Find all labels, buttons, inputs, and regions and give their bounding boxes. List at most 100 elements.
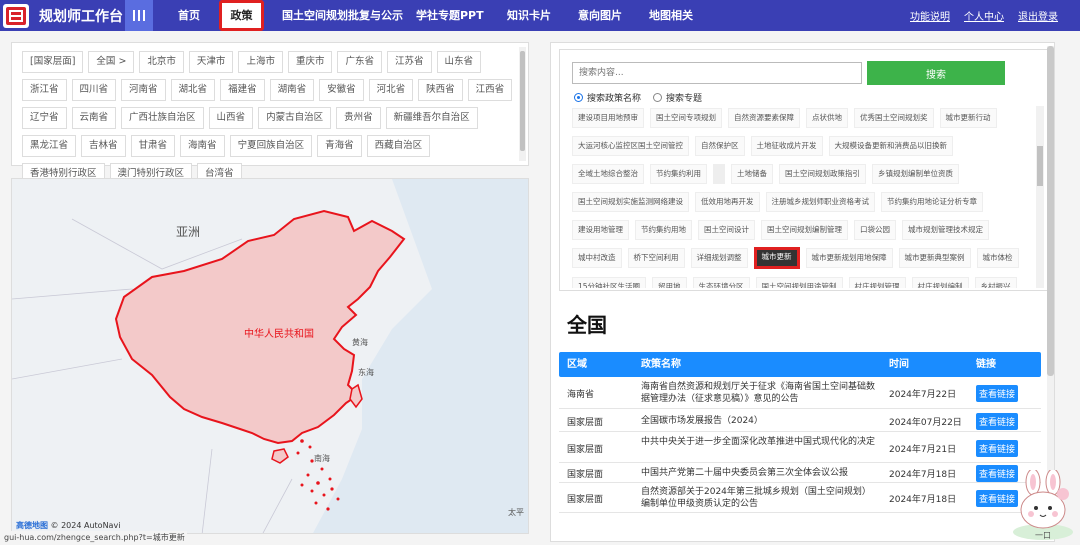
page-scrollbar[interactable] [1047, 46, 1054, 536]
keyword-tag-active[interactable]: 城市更新 [753, 247, 800, 269]
region-tag[interactable]: 天津市 [188, 51, 234, 73]
region-tag[interactable]: [国家层面] [22, 51, 84, 73]
region-tag[interactable]: 海南省 [180, 135, 225, 157]
keyword-tag[interactable]: 自然资源要素保障 [728, 108, 800, 128]
logout-link[interactable]: 退出登录 [1018, 8, 1058, 23]
keyword-tag[interactable]: 城中村改造 [572, 248, 622, 268]
region-tag[interactable]: 西藏自治区 [366, 135, 431, 157]
nav-ppt[interactable]: 学社专题PPT [416, 0, 484, 31]
keyword-tag[interactable]: 节约集约用地 [635, 220, 692, 240]
keyword-tag[interactable]: 低效用地再开发 [695, 192, 760, 212]
region-tag[interactable]: 山东省 [436, 51, 482, 73]
keyword-tag[interactable]: 15分钟社区生活圈 [572, 277, 647, 288]
search-input[interactable] [572, 62, 862, 84]
row-title[interactable]: 海南省自然资源和规划厅关于征求《海南省国土空间基础数据管理办法（征求意见稿）》意… [641, 381, 876, 405]
region-tag[interactable]: 宁夏回族自治区 [229, 135, 313, 157]
nav-home[interactable]: 首页 [168, 0, 210, 31]
region-tag[interactable]: 黑龙江省 [22, 135, 77, 157]
region-tag[interactable]: 北京市 [139, 51, 184, 73]
row-title[interactable]: 全国碳市场发展报告（2024） [641, 415, 876, 427]
keyword-tag[interactable]: 大规模设备更新和消费品以旧换新 [828, 136, 953, 156]
keyword-tag[interactable]: 城市规划管理技术规定 [902, 220, 989, 240]
region-tag[interactable]: 吉林省 [81, 135, 126, 157]
region-tag[interactable]: 全国 > [88, 51, 135, 73]
keyword-tag[interactable]: 乡村振兴 [974, 277, 1017, 288]
region-tag[interactable]: 安徽省 [319, 79, 364, 101]
keyword-tag[interactable]: 国土空间规划编制管理 [761, 220, 848, 240]
keyword-tag[interactable]: 国土空间规划用途管制 [755, 277, 843, 288]
keyword-tag[interactable]: 土地征收成片开发 [750, 136, 823, 156]
keyword-scrollbar[interactable] [1036, 106, 1044, 288]
radio-topic[interactable]: 搜索专题 [653, 91, 702, 104]
region-tag[interactable]: 四川省 [71, 79, 117, 101]
keyword-tag[interactable]: 注册城乡规划师职业资格考试 [765, 192, 875, 212]
keyword-tag[interactable]: 优秀国土空间规划奖 [854, 108, 934, 128]
view-link-button[interactable]: 查看链接 [976, 413, 1019, 430]
keyword-tag[interactable]: 建设项目用地预审 [572, 108, 644, 128]
keyword-tag[interactable]: 节约集约利用 [650, 164, 707, 184]
keyword-tag[interactable]: 建设用地管理 [572, 220, 629, 240]
nav-maps[interactable]: 地图相关 [647, 0, 695, 31]
keyword-tag[interactable]: 城市更新典型案例 [898, 248, 971, 268]
keyword-tag[interactable] [713, 164, 725, 184]
region-tag[interactable]: 新疆维吾尔自治区 [385, 107, 478, 129]
region-tag[interactable]: 甘肃省 [130, 135, 176, 157]
keyword-tag[interactable]: 桥下空间利用 [627, 248, 685, 268]
keyword-tag[interactable]: 土地储备 [731, 164, 773, 184]
keyword-tag[interactable]: 口袋公园 [854, 220, 896, 240]
keyword-tag[interactable]: 节约集约用地论证分析专章 [881, 192, 983, 212]
keyword-tag[interactable]: 村庄规划编制 [911, 277, 969, 288]
nav-policy[interactable]: 政策 [219, 0, 264, 31]
region-tag[interactable]: 江苏省 [386, 51, 432, 73]
keyword-tag[interactable]: 村庄规划管理 [848, 277, 906, 288]
keyword-tag[interactable]: 详细规划调整 [690, 248, 748, 268]
keyword-tag[interactable]: 国土空间规划政策指引 [779, 164, 866, 184]
region-scrollbar[interactable] [519, 47, 526, 161]
keyword-tag[interactable]: 全域土地综合整治 [572, 164, 644, 184]
keyword-tag[interactable]: 自然保护区 [695, 136, 745, 156]
mascot-rabbit-icon[interactable]: 一口 [1005, 470, 1079, 542]
view-link-button[interactable]: 查看链接 [976, 385, 1019, 402]
keyword-tag[interactable]: 生态环境分区 [692, 277, 750, 288]
keyword-tag[interactable]: 城市体检 [976, 248, 1019, 268]
nav-knowledge-cards[interactable]: 知识卡片 [505, 0, 553, 31]
radio-policy-name[interactable]: 搜索政策名称 [574, 91, 641, 104]
help-link[interactable]: 功能说明 [910, 8, 950, 23]
region-tag[interactable]: 辽宁省 [22, 107, 67, 129]
region-tag[interactable]: 青海省 [317, 135, 362, 157]
menu-toggle-icon[interactable] [125, 0, 153, 31]
region-tag[interactable]: 广东省 [337, 51, 382, 73]
region-tag[interactable]: 河南省 [121, 79, 166, 101]
region-tag[interactable]: 江西省 [467, 79, 513, 101]
row-title[interactable]: 中国共产党第二十届中央委员会第三次全体会议公报 [641, 467, 876, 479]
region-tag[interactable]: 山西省 [208, 107, 254, 129]
keyword-tag[interactable]: 城市更新规划用地保障 [805, 248, 893, 268]
keyword-tag[interactable]: 留用地 [652, 277, 687, 288]
region-tag[interactable]: 上海市 [238, 51, 283, 73]
region-tag[interactable]: 内蒙古自治区 [258, 107, 332, 129]
region-tag[interactable]: 河北省 [368, 79, 414, 101]
region-tag[interactable]: 云南省 [71, 107, 117, 129]
profile-link[interactable]: 个人中心 [964, 8, 1004, 23]
region-tag[interactable]: 陕西省 [418, 79, 463, 101]
china-map[interactable]: 亚洲 中华人民共和国 黄海 东海 南海 太平 高德地图 © 2024 AutoN… [11, 178, 529, 534]
nav-approvals[interactable]: 国土空间规划批复与公示 [282, 0, 403, 31]
region-tag[interactable]: 广西壮族自治区 [121, 107, 204, 129]
region-tag[interactable]: 湖南省 [269, 79, 315, 101]
search-button[interactable]: 搜索 [867, 61, 1005, 85]
keyword-tag[interactable]: 乡镇规划编制单位资质 [872, 164, 959, 184]
region-tag[interactable]: 浙江省 [22, 79, 67, 101]
row-title[interactable]: 自然资源部关于2024年第三批城乡规划（国土空间规划）编制单位甲级资质认定的公告 [641, 486, 876, 510]
region-tag[interactable]: 福建省 [220, 79, 265, 101]
keyword-tag[interactable]: 大运河核心监控区国土空间管控 [572, 136, 689, 156]
keyword-tag[interactable]: 城市更新行动 [939, 108, 997, 128]
region-tag[interactable]: 贵州省 [336, 107, 381, 129]
row-title[interactable]: 中共中央关于进一步全面深化改革推进中国式现代化的决定 [641, 436, 876, 448]
view-link-button[interactable]: 查看链接 [976, 440, 1019, 457]
keyword-tag[interactable]: 国土空间设计 [698, 220, 755, 240]
keyword-tag[interactable]: 国土空间专项规划 [650, 108, 722, 128]
keyword-tag[interactable]: 点状供地 [806, 108, 848, 128]
region-tag[interactable]: 湖北省 [170, 79, 216, 101]
nav-images[interactable]: 意向图片 [576, 0, 624, 31]
keyword-tag[interactable]: 国土空间规划实施监测网络建设 [572, 192, 689, 212]
